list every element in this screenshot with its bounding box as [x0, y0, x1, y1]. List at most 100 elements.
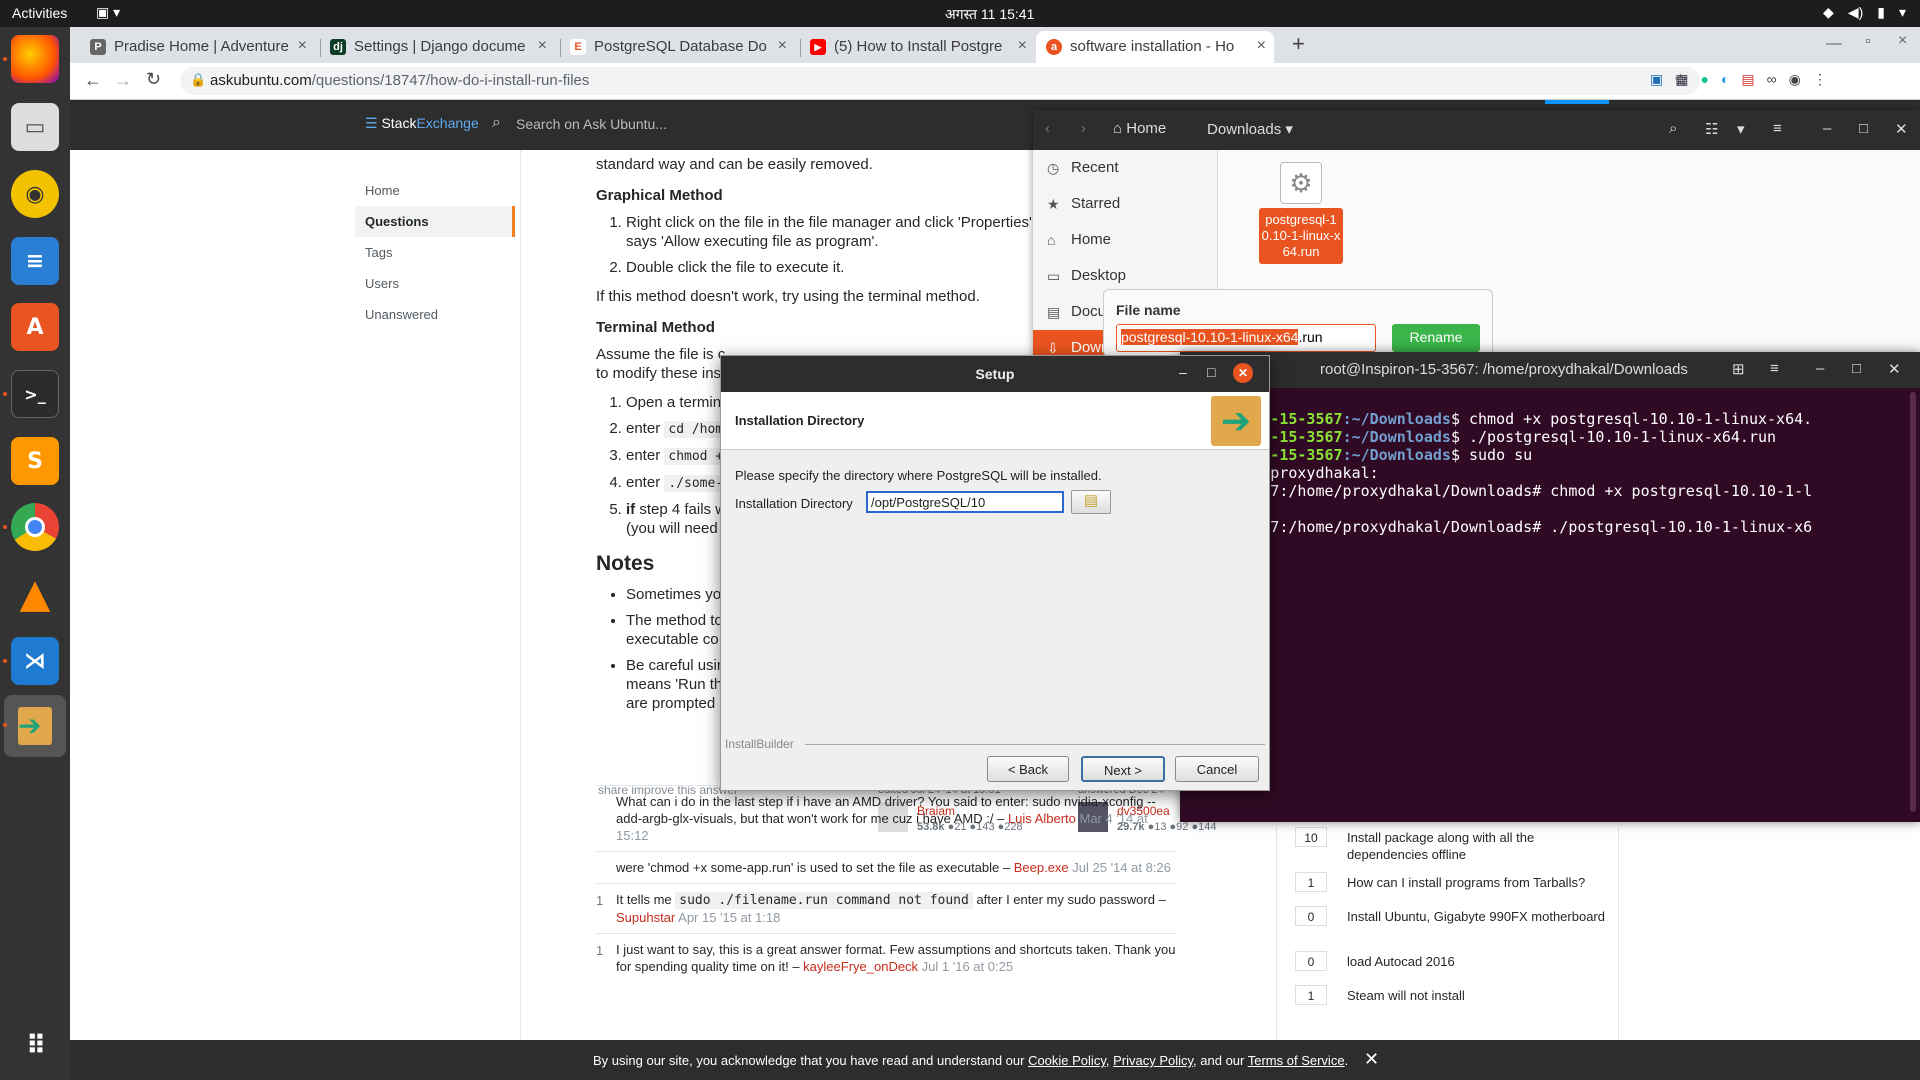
- firefox-icon[interactable]: [11, 35, 59, 83]
- extension-icon[interactable]: ◐: [1721, 71, 1729, 88]
- avatar[interactable]: ◉: [1789, 71, 1801, 88]
- maximize-icon[interactable]: □: [1852, 360, 1861, 377]
- cancel-button[interactable]: Cancel: [1175, 756, 1259, 782]
- close-icon[interactable]: ✕: [1233, 363, 1253, 383]
- new-tab-icon[interactable]: ⊞: [1732, 360, 1745, 378]
- list-item[interactable]: 1 How can I install programs from Tarball…: [1295, 872, 1625, 906]
- activities-button[interactable]: Activities: [12, 5, 67, 21]
- software-center-icon[interactable]: A: [11, 303, 59, 351]
- question-link[interactable]: Install package along with all the depen…: [1347, 829, 1617, 863]
- reload-icon[interactable]: ↻: [146, 69, 161, 90]
- nav-tags[interactable]: Tags: [355, 237, 515, 268]
- close-icon[interactable]: ×: [1257, 37, 1266, 55]
- question-link[interactable]: How can I install programs from Tarballs…: [1347, 874, 1617, 891]
- show-apps-icon[interactable]: ⠿: [11, 1022, 59, 1070]
- minimize-icon[interactable]: –: [1823, 120, 1831, 137]
- installer-icon[interactable]: ➔: [4, 695, 66, 757]
- close-icon[interactable]: ×: [1898, 32, 1907, 50]
- next-button[interactable]: Next >: [1081, 756, 1165, 782]
- chevron-down-icon[interactable]: ▾: [1737, 120, 1745, 138]
- forward-icon[interactable]: ›: [1081, 120, 1086, 137]
- app-menu-icon[interactable]: ▣ ▾: [96, 4, 120, 21]
- directory-input[interactable]: /opt/PostgreSQL/10: [866, 491, 1064, 513]
- back-button[interactable]: < Back: [987, 756, 1069, 782]
- search-input[interactable]: ⌕ Search on Ask Ubuntu...: [490, 110, 1090, 140]
- menu-icon[interactable]: ≡: [1770, 360, 1779, 377]
- question-link[interactable]: Steam will not install: [1347, 987, 1617, 1004]
- tab-active[interactable]: a software installation - Ho ×: [1036, 31, 1274, 63]
- list-item[interactable]: 0 Install Ubuntu, Gigabyte 990FX motherbo…: [1295, 906, 1625, 951]
- close-icon[interactable]: ×: [298, 37, 307, 55]
- extension-icon[interactable]: ▤: [1741, 71, 1754, 88]
- close-icon[interactable]: ×: [538, 37, 547, 55]
- extension-icon[interactable]: ▣: [1650, 71, 1663, 88]
- tab[interactable]: P Pradise Home | Adventure ×: [80, 31, 315, 63]
- maximize-icon[interactable]: □: [1859, 120, 1868, 137]
- close-icon[interactable]: ×: [1018, 37, 1027, 55]
- maximize-icon[interactable]: □: [1207, 364, 1215, 380]
- clock[interactable]: अगस्त 11 15:41: [945, 5, 1034, 24]
- scrollbar[interactable]: [1910, 392, 1916, 812]
- file-item[interactable]: ⚙ postgresql-10.10-1-linux-x64.run: [1259, 162, 1343, 292]
- rename-input[interactable]: postgresql-10.10-1-linux-x64.run: [1116, 324, 1376, 352]
- menu-icon[interactable]: ≡: [1773, 120, 1782, 137]
- user-link[interactable]: Beep.exe: [1014, 860, 1069, 875]
- list-item[interactable]: 1 Steam will not install: [1295, 985, 1625, 1019]
- rhythmbox-icon[interactable]: ◉: [11, 170, 59, 218]
- minimize-icon[interactable]: –: [1816, 360, 1824, 377]
- close-icon[interactable]: ✕: [1888, 360, 1901, 378]
- extension-icon[interactable]: ∞: [1767, 71, 1777, 88]
- terminal-output[interactable]: l@Inspiron-15-3567:~/Downloads$ chmod +x…: [1180, 392, 1905, 572]
- new-tab-button[interactable]: +: [1292, 31, 1305, 57]
- sublime-icon[interactable]: S: [11, 437, 59, 485]
- browse-folder-icon[interactable]: ▤: [1071, 490, 1111, 514]
- privacy-policy-link[interactable]: Privacy Policy: [1113, 1053, 1193, 1068]
- rename-button[interactable]: Rename: [1392, 324, 1480, 352]
- close-icon[interactable]: ✕: [1895, 120, 1908, 138]
- question-link[interactable]: load Autocad 2016: [1347, 953, 1617, 970]
- terminal-icon[interactable]: >_: [11, 370, 59, 418]
- minimize-icon[interactable]: –: [1179, 364, 1187, 380]
- question-link[interactable]: Install Ubuntu, Gigabyte 990FX motherboa…: [1347, 908, 1617, 925]
- terminal-line: l@Inspiron-15-3567:~/Downloads$ sudo su: [1180, 446, 1905, 464]
- terms-link[interactable]: Terms of Service: [1248, 1053, 1345, 1068]
- back-icon[interactable]: ‹: [1045, 120, 1050, 137]
- vscode-icon[interactable]: ⋊: [11, 637, 59, 685]
- minimize-icon[interactable]: —: [1826, 35, 1842, 53]
- nav-unanswered[interactable]: Unanswered: [355, 299, 515, 330]
- list-view-icon[interactable]: ☷: [1705, 120, 1718, 138]
- nav-home[interactable]: Home: [355, 175, 515, 206]
- tab[interactable]: dj Settings | Django docume ×: [320, 31, 555, 63]
- user-link[interactable]: kayleeFrye_onDeck: [803, 959, 918, 974]
- list-item[interactable]: 0 load Autocad 2016: [1295, 951, 1625, 985]
- tab[interactable]: ▶ (5) How to Install Postgre ×: [800, 31, 1035, 63]
- forward-icon[interactable]: →: [114, 70, 132, 91]
- list-item[interactable]: 10 Install package along with all the dep…: [1295, 827, 1625, 872]
- files-icon[interactable]: ▭: [11, 103, 59, 151]
- cookie-policy-link[interactable]: Cookie Policy: [1028, 1053, 1106, 1068]
- grammarly-icon[interactable]: ●: [1700, 71, 1708, 88]
- close-icon[interactable]: ✕: [1364, 1049, 1379, 1070]
- menu-icon[interactable]: ⋮: [1813, 71, 1827, 88]
- path-downloads[interactable]: Downloads ▾: [1207, 120, 1293, 138]
- user-link[interactable]: Supuhstar: [616, 910, 675, 925]
- stackexchange-logo[interactable]: ☰ StackExchange: [365, 115, 479, 132]
- system-tray[interactable]: ◆ ◀) ▮ ▾: [1823, 4, 1906, 21]
- sidebar-item-recent[interactable]: ◷ Recent: [1033, 150, 1217, 186]
- sidebar-item-starred[interactable]: ★ Starred: [1033, 186, 1217, 222]
- writer-icon[interactable]: ≡: [11, 237, 59, 285]
- maximize-icon[interactable]: ▫: [1865, 33, 1871, 51]
- close-icon[interactable]: ×: [778, 37, 787, 55]
- chrome-icon[interactable]: [11, 503, 59, 551]
- sidebar-item-home[interactable]: ⌂ Home: [1033, 222, 1217, 258]
- nav-users[interactable]: Users: [355, 268, 515, 299]
- user-link[interactable]: Luis Alberto: [1008, 811, 1076, 826]
- address-bar[interactable]: 🔒 askubuntu.com/questions/18747/how-do-i…: [180, 67, 1700, 95]
- path-home[interactable]: ⌂ Home: [1113, 120, 1166, 137]
- nav-questions[interactable]: Questions: [355, 206, 515, 237]
- vlc-icon[interactable]: ▲: [11, 570, 59, 618]
- extension-icon[interactable]: ▦: [1675, 71, 1688, 88]
- tab[interactable]: E PostgreSQL Database Do ×: [560, 31, 795, 63]
- search-icon[interactable]: ⌕: [1669, 120, 1677, 137]
- back-icon[interactable]: ←: [84, 70, 102, 91]
